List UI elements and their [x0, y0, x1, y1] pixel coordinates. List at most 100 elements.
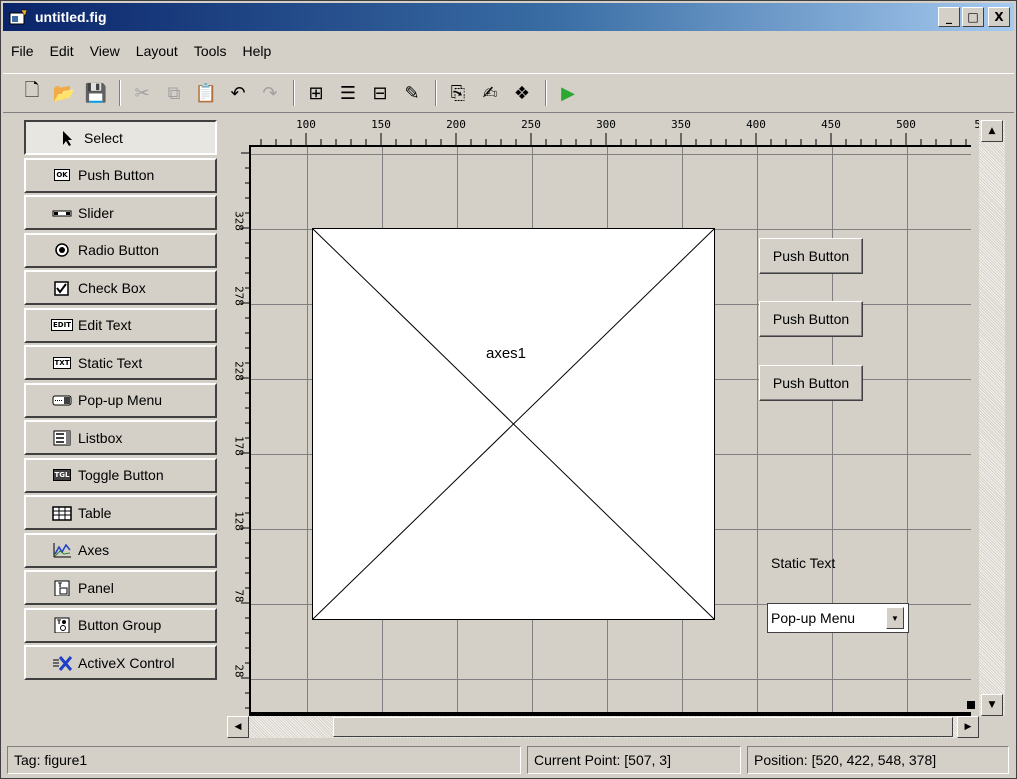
m-file-editor-icon[interactable]: ⎘ [445, 80, 471, 106]
axes-tag-label: axes1 [486, 345, 527, 362]
chevron-down-icon[interactable]: ▼ [886, 607, 904, 629]
palette-table[interactable]: Table [24, 495, 217, 530]
palette-radio-button[interactable]: Radio Button [24, 232, 217, 268]
toolbar-editor-icon[interactable]: ✎ [399, 80, 425, 106]
static-text-component[interactable]: Static Text [771, 555, 835, 571]
figure-resize-handle[interactable] [967, 701, 975, 709]
save-icon[interactable]: 💾 [83, 80, 109, 106]
minimize-button[interactable]: _ [938, 7, 960, 27]
horizontal-scrollbar[interactable]: ◀ ▶ [227, 716, 979, 738]
popup-menu-icon [52, 392, 72, 408]
radio-button-icon [52, 242, 72, 258]
palette-panel[interactable]: T Panel [24, 570, 217, 605]
listbox-icon [52, 430, 72, 446]
popup-menu-value: Pop-up Menu [771, 610, 856, 626]
menu-help[interactable]: Help [243, 43, 272, 59]
axes1-component[interactable]: axes1 [312, 228, 715, 620]
run-figure-icon[interactable]: ▶ [555, 80, 581, 106]
undo-icon[interactable]: ↶ [225, 80, 251, 106]
vertical-ruler: 328 278 228 178 128 78 28 [227, 145, 249, 713]
palette-push-button[interactable]: OK Push Button [24, 157, 217, 193]
align-objects-icon[interactable]: ⊞ [303, 80, 329, 106]
toolbar-separator [435, 80, 437, 106]
palette-static-text[interactable]: TXT Static Text [24, 345, 217, 380]
push-button-3[interactable]: Push Button [759, 365, 863, 401]
ruler-left-label: 228 [232, 361, 246, 381]
palette-edit-text[interactable]: EDIT Edit Text [24, 307, 217, 343]
ruler-left-label: 28 [232, 664, 246, 678]
palette-check-box[interactable]: Check Box [24, 270, 217, 305]
status-position: Position: [520, 422, 548, 378] [747, 746, 1009, 774]
palette-item-label: Listbox [78, 429, 123, 446]
menu-tools[interactable]: Tools [194, 43, 227, 59]
cut-icon[interactable]: ✂ [129, 80, 155, 106]
menu-file[interactable]: File [11, 43, 34, 59]
palette-item-label: Select [84, 129, 123, 146]
tab-order-editor-icon[interactable]: ⊟ [367, 80, 393, 106]
palette-item-label: Radio Button [78, 242, 159, 258]
palette-item-label: Axes [78, 542, 110, 558]
open-folder-icon[interactable]: 📂 [51, 80, 77, 106]
table-icon [52, 505, 72, 521]
palette-item-label: Slider [78, 204, 114, 221]
button-group-icon: T [52, 617, 72, 633]
palette-axes[interactable]: Axes [24, 532, 217, 568]
palette-select[interactable]: Select [24, 120, 217, 155]
menu-bar: File Edit View Layout Tools Help [3, 32, 1014, 70]
palette-button-group[interactable]: T Button Group [24, 607, 217, 643]
layout-canvas[interactable]: axes1 Push Button Push Button Push Butto… [249, 145, 971, 713]
palette-item-label: Push Button [78, 167, 155, 183]
palette-listbox[interactable]: Listbox [24, 420, 217, 455]
horizontal-ruler: 10015020025030035040045050055 [249, 117, 988, 145]
ruler-top-label: 200 [446, 118, 466, 131]
palette-item-label: Toggle Button [78, 467, 164, 483]
check-box-icon [52, 280, 72, 296]
push-button-1[interactable]: Push Button [759, 238, 863, 274]
ruler-top-label: 300 [596, 118, 616, 131]
palette-activex-control[interactable]: ActiveX Control [24, 645, 217, 680]
ruler-top-label: 400 [746, 118, 766, 131]
ruler-left-label: 78 [232, 589, 246, 603]
palette-item-label: Static Text [78, 354, 143, 371]
copy-icon[interactable]: ⧉ [161, 80, 187, 106]
panel-icon: T [52, 580, 72, 596]
scroll-up-icon[interactable]: ▲ [981, 120, 1003, 142]
menu-view[interactable]: View [90, 43, 120, 59]
palette-item-label: Table [78, 504, 112, 521]
menu-edit[interactable]: Edit [50, 43, 74, 59]
palette-slider[interactable]: Slider [24, 195, 217, 230]
palette-toggle-button[interactable]: TGL Toggle Button [24, 457, 217, 493]
close-button[interactable]: X [988, 7, 1010, 27]
ruler-top-label: 150 [371, 118, 391, 131]
scroll-down-icon[interactable]: ▼ [981, 694, 1003, 716]
palette-item-label: Pop-up Menu [78, 392, 163, 408]
maximize-icon: □ [967, 10, 979, 24]
push-button-2[interactable]: Push Button [759, 301, 863, 337]
menu-editor-icon[interactable]: ☰ [335, 80, 361, 106]
status-bar: Tag: figure1 Current Point: [507, 3] Pos… [3, 744, 1014, 776]
ruler-left-label: 278 [232, 286, 246, 306]
ruler-left-label: 178 [232, 436, 246, 456]
title-bar[interactable]: untitled.fig _ □ X [3, 3, 1014, 31]
redo-icon[interactable]: ↷ [257, 80, 283, 106]
property-inspector-icon[interactable]: ✍ [477, 80, 503, 106]
new-file-icon[interactable]: 🗋 [19, 80, 45, 106]
close-icon: X [994, 10, 1004, 24]
scroll-left-icon[interactable]: ◀ [227, 716, 249, 738]
static-text-icon: TXT [52, 356, 72, 369]
slider-icon [52, 205, 72, 221]
maximize-button[interactable]: □ [962, 7, 984, 27]
object-browser-icon[interactable]: ❖ [509, 80, 535, 106]
palette-pop-up-menu[interactable]: Pop-up Menu [24, 382, 217, 418]
window-title: untitled.fig [35, 9, 107, 25]
horizontal-scroll-thumb[interactable] [333, 717, 953, 737]
popup-menu-component[interactable]: Pop-up Menu ▼ [767, 603, 909, 633]
toolbar-separator [545, 80, 547, 106]
palette-item-label: Panel [78, 579, 114, 596]
ruler-top-label: 450 [821, 118, 841, 131]
axes-icon [52, 542, 72, 558]
menu-layout[interactable]: Layout [136, 43, 178, 59]
scroll-right-icon[interactable]: ▶ [957, 716, 979, 738]
paste-icon[interactable]: 📋 [193, 80, 219, 106]
vertical-scrollbar[interactable]: ▲ ▼ [979, 120, 1005, 716]
